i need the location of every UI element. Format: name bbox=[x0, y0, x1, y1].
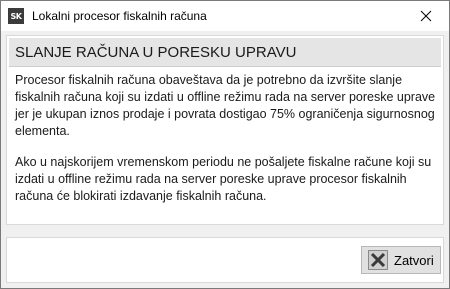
close-button[interactable]: Zatvori bbox=[361, 246, 441, 274]
x-icon bbox=[368, 250, 388, 270]
message-paragraph-2: Ako u najskorijem vremenskom periodu ne … bbox=[15, 155, 432, 203]
app-logo-icon: SK bbox=[8, 8, 24, 24]
message-paragraph-1: Procesor fiskalnih računa obaveštava da … bbox=[15, 73, 436, 138]
title-bar[interactable]: SK Lokalni procesor fiskalnih računa bbox=[1, 1, 449, 31]
button-bar: Zatvori bbox=[6, 237, 444, 283]
message-header: SLANJE RAČUNA U PORESKU UPRAVU bbox=[9, 38, 441, 67]
message-panel: SLANJE RAČUNA U PORESKU UPRAVU Procesor … bbox=[6, 35, 444, 225]
dialog-window: SK Lokalni procesor fiskalnih računa SLA… bbox=[0, 0, 450, 289]
window-title: Lokalni procesor fiskalnih računa bbox=[32, 9, 207, 23]
window-close-button[interactable] bbox=[403, 1, 449, 31]
close-icon bbox=[420, 10, 432, 22]
close-button-label: Zatvori bbox=[394, 252, 434, 268]
message-heading: SLANJE RAČUNA U PORESKU UPRAVU bbox=[15, 43, 297, 61]
